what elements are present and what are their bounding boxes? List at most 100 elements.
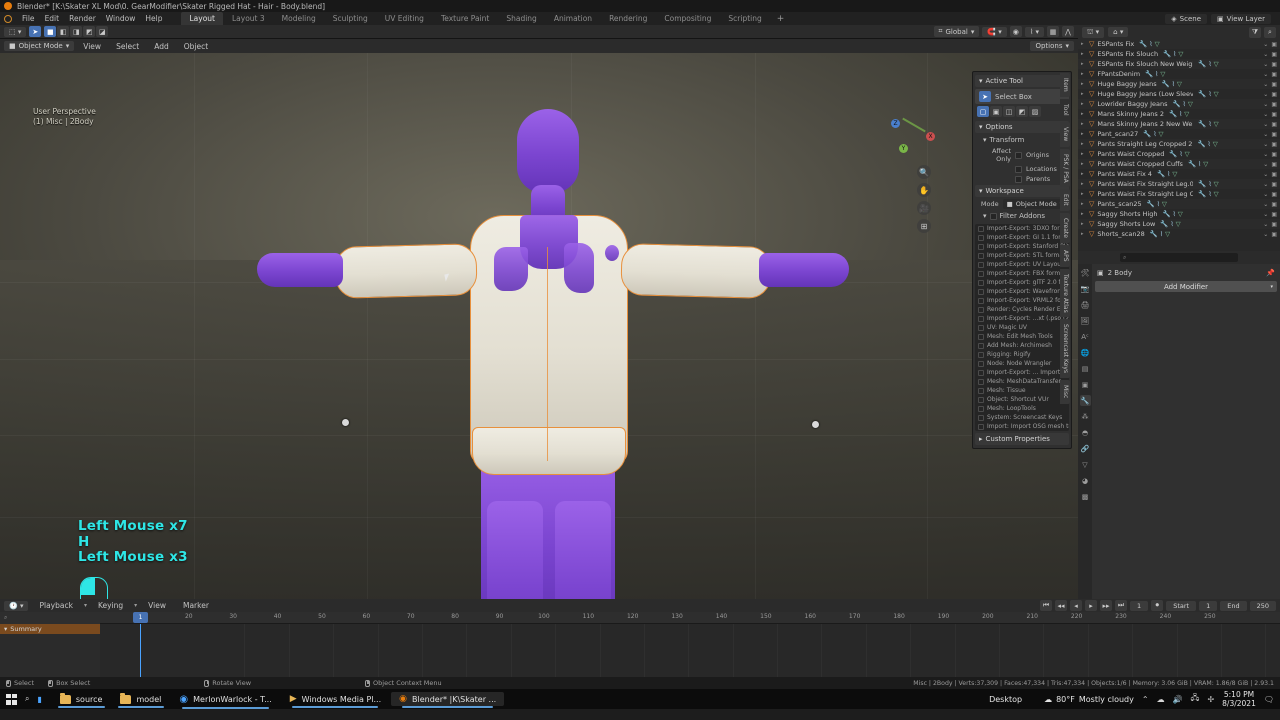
transform-subsection-header[interactable]: ▾ Transform [973,134,1071,146]
pan-hand-icon[interactable]: ✋ [917,183,931,197]
disclosure-triangle-icon[interactable]: ▸ [1081,151,1086,157]
sidebar-tab-tool[interactable]: Tool [1060,98,1070,121]
start-frame-value[interactable]: 1 [1199,600,1218,611]
timeline-track[interactable]: 1 [100,612,1280,677]
hide-in-viewport-icon[interactable]: ⌄ [1263,161,1268,168]
menu-file[interactable]: File [17,12,40,25]
outliner-row[interactable]: ▸ ▽ Pants Waist Cropped Cuffs 🔧 ⌇ ▽ ⌄ ▣ [1078,159,1280,169]
disclosure-triangle-icon[interactable]: ▸ [1081,41,1086,47]
armature-icon[interactable]: ⌇ [1208,120,1211,128]
tab-layout[interactable]: Layout [181,12,223,25]
mode-icon-2[interactable]: ◧ [57,26,70,37]
outliner-row[interactable]: ▸ ▽ Huge Baggy Jeans (Low Sleeve) 🔧 ⌇ ▽ ⌄ ▣ [1078,89,1280,99]
disclosure-triangle-icon[interactable]: ▸ [1081,91,1086,97]
addon-checkbox[interactable] [978,369,984,376]
3d-viewport[interactable]: User Perspective (1) Misc | 2Body Left M… [0,53,1078,599]
sidebar-tab-create[interactable]: Create [1060,213,1070,243]
outliner-search-input[interactable]: ⌕ [1120,253,1238,262]
modifier-icon[interactable]: 🔧 [1198,120,1206,128]
addon-checkbox[interactable] [978,234,984,241]
hide-in-viewport-icon[interactable]: ⌄ [1263,61,1268,68]
channel-summary-row[interactable]: ▾ Summary [0,624,100,634]
outliner-row[interactable]: ▸ ▽ FPantsDenim 🔧 ⌇ ▽ ⌄ ▣ [1078,69,1280,79]
addon-row[interactable]: Import-Export: ... Import Export [975,368,1069,377]
menu-window[interactable]: Window [101,12,141,25]
outliner-row[interactable]: ▸ ▽ Saggy Shorts High 🔧 ⌇ ▽ ⌄ ▣ [1078,209,1280,219]
options-dropdown[interactable]: Options ▾ [1030,41,1074,51]
end-frame-value[interactable]: 250 [1249,600,1276,611]
armature-icon[interactable]: ⌇ [1208,140,1211,148]
hide-in-viewport-icon[interactable]: ⌄ [1263,91,1268,98]
prev-keyframe-icon[interactable]: ◂◂ [1055,600,1068,611]
timeline-channel-search[interactable]: ⌕ [0,612,100,624]
hide-in-viewport-icon[interactable]: ⌄ [1263,141,1268,148]
disclosure-triangle-icon[interactable]: ▸ [1081,181,1086,187]
addon-checkbox[interactable] [978,225,984,232]
editor-type-selector[interactable]: ⬚ ▾ [4,26,27,37]
hide-in-viewport-icon[interactable]: ⌄ [1263,221,1268,228]
hide-in-viewport-icon[interactable]: ⌄ [1263,41,1268,48]
disable-in-render-icon[interactable]: ▣ [1271,121,1277,128]
addon-checkbox[interactable] [978,333,984,340]
gizmo-axis-y[interactable]: Y [899,144,908,153]
modifier-icon[interactable]: 🔧 [1188,160,1196,168]
cursor-tool-icon[interactable]: ➤ [29,26,42,37]
proportional-falloff-selector[interactable]: ⌇ ▾ [1024,26,1044,37]
character-mesh[interactable] [139,97,939,599]
addon-checkbox[interactable] [978,306,984,313]
disable-in-render-icon[interactable]: ▣ [1271,111,1277,118]
disclosure-triangle-icon[interactable]: ▸ [1081,81,1086,87]
modifier-icon[interactable]: 🔧 [1150,230,1158,238]
addon-checkbox[interactable] [978,351,984,358]
disclosure-triangle-icon[interactable]: ▸ [1081,101,1086,107]
disclosure-triangle-icon[interactable]: ▸ [1081,51,1086,57]
hide-in-viewport-icon[interactable]: ⌄ [1263,211,1268,218]
outliner-row[interactable]: ▸ ▽ ESPants Fix Slouch New Weights 🔧 ⌇ ▽ ⌄ ▣ [1078,59,1280,69]
task-view-icon[interactable]: ▮ [37,695,41,704]
addon-row[interactable]: Mesh: Tissue [975,386,1069,395]
modifier-icon[interactable]: 🔧 [1145,70,1153,78]
addon-checkbox[interactable] [978,387,984,394]
addon-row[interactable]: Object: Shortcut VUr [975,395,1069,404]
sidebar-tab-view[interactable]: View [1060,122,1070,147]
mesh-data-icon[interactable]: ▽ [1159,130,1164,138]
menu-render[interactable]: Render [64,12,101,25]
mesh-data-icon[interactable]: ▽ [1162,200,1167,208]
hide-in-viewport-icon[interactable]: ⌄ [1263,81,1268,88]
disclosure-triangle-icon[interactable]: ▸ [1081,231,1086,237]
scene-selector[interactable]: ◈ Scene [1165,13,1208,24]
outliner-row[interactable]: ▸▽Mans Skinny Jeans 2 New Weight🔧⌇▽⌄▣ [1078,119,1280,129]
timeline-editor-type-icon[interactable]: 🕐 ▾ [4,600,29,611]
disable-in-render-icon[interactable]: ▣ [1271,51,1277,58]
parents-checkbox[interactable] [1015,175,1022,183]
current-frame-field[interactable]: 1 [1130,600,1149,611]
disable-in-render-icon[interactable]: ▣ [1271,131,1277,138]
armature-icon[interactable]: ⌇ [1173,210,1176,218]
tab-rendering[interactable]: Rendering [601,12,655,25]
disable-in-render-icon[interactable]: ▣ [1271,191,1277,198]
hide-in-viewport-icon[interactable]: ⌄ [1263,111,1268,118]
modifier-icon[interactable]: 🔧 [1160,220,1168,228]
disable-in-render-icon[interactable]: ▣ [1271,171,1277,178]
menu-help[interactable]: Help [140,12,167,25]
outliner-row[interactable]: ▸ ▽ Shorts_scan28 🔧 ⌇ ▽ ⌄ ▣ [1078,229,1280,239]
origins-checkbox[interactable] [1015,151,1022,159]
addon-checkbox[interactable] [978,297,984,304]
data-properties-tab[interactable]: ▽ [1080,459,1091,470]
scene-properties-tab[interactable]: Aᶜ [1080,331,1091,342]
windows-start-icon[interactable] [6,693,17,705]
taskbar-item[interactable]: model [112,692,169,708]
modifier-icon[interactable]: 🔧 [1162,80,1170,88]
blender-menu-icon[interactable] [3,14,13,24]
modifier-icon[interactable]: 🔧 [1147,200,1155,208]
hide-in-viewport-icon[interactable]: ⌄ [1263,101,1268,108]
hide-in-viewport-icon[interactable]: ⌄ [1263,151,1268,158]
perspective-toggle-icon[interactable]: ⊞ [917,219,931,233]
mesh-data-icon[interactable]: ▽ [1176,220,1181,228]
taskbar-item[interactable]: ◉ MerlonWarlock - T... [171,692,279,709]
tool-properties-tab[interactable]: 🛠 [1080,267,1091,278]
hide-in-viewport-icon[interactable]: ⌄ [1263,231,1268,238]
workspace-section-header[interactable]: ▾ Workspace [975,185,1069,197]
mesh-data-icon[interactable]: ▽ [1155,40,1160,48]
mesh-data-icon[interactable]: ▽ [1178,210,1183,218]
